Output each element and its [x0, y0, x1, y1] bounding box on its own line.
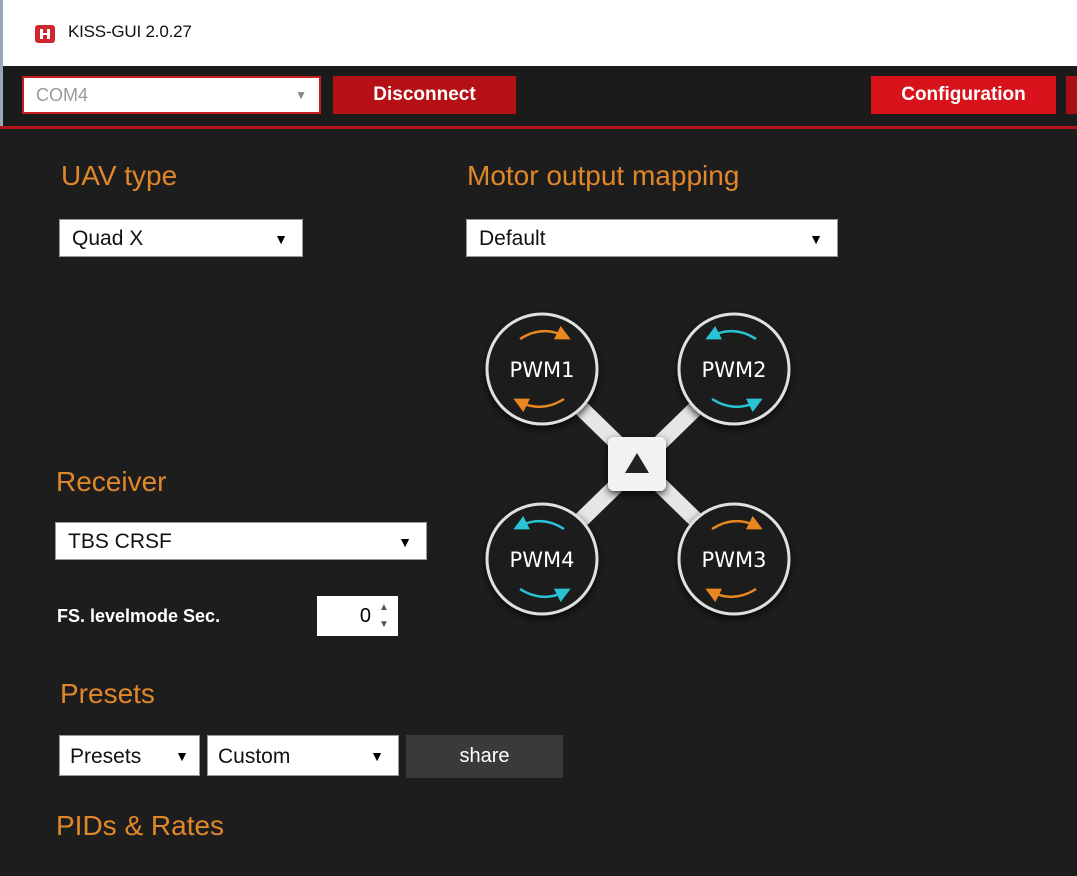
chevron-down-icon: ▼ [274, 231, 288, 247]
motor-label-pwm1: PWM1 [510, 358, 575, 382]
presets-value: Presets [70, 745, 142, 768]
port-value: COM4 [36, 85, 89, 105]
window-title: KISS-GUI 2.0.27 [68, 22, 192, 41]
motor-label-pwm4: PWM4 [510, 548, 575, 572]
app-icon [35, 25, 55, 43]
fs-levelmode-stepper[interactable]: 0 ▲ ▼ [317, 596, 398, 636]
motor-mapping-title: Motor output mapping [467, 160, 740, 191]
presets-select[interactable]: Presets ▼ [59, 735, 200, 776]
motor-mapping-value: Default [479, 227, 546, 250]
chevron-down-icon: ▼ [175, 748, 189, 764]
quad-x-diagram: PWM1 PWM2 PWM3 PWM4 [485, 312, 791, 616]
custom-preset-value: Custom [218, 745, 291, 768]
toolbar-divider [0, 126, 1077, 129]
uav-type-value: Quad X [72, 227, 144, 250]
next-tab-button[interactable] [1066, 76, 1077, 114]
chevron-down-icon: ▼ [370, 748, 384, 764]
motor-label-pwm3: PWM3 [702, 548, 767, 572]
port-select[interactable]: COM4 ▼ [22, 76, 321, 114]
motor-mapping-select[interactable]: Default ▼ [466, 219, 838, 257]
chevron-down-icon: ▼ [809, 231, 823, 247]
receiver-value: TBS CRSF [68, 530, 172, 553]
uav-type-title: UAV type [61, 160, 178, 191]
chevron-down-icon: ▼ [295, 88, 307, 102]
receiver-title: Receiver [56, 466, 167, 497]
fs-levelmode-value: 0 [359, 605, 371, 627]
uav-type-select[interactable]: Quad X ▼ [59, 219, 303, 257]
share-button[interactable]: share [406, 735, 563, 778]
decrement-arrow-icon[interactable]: ▼ [375, 617, 393, 632]
presets-title: Presets [60, 678, 155, 709]
disconnect-button[interactable]: Disconnect [333, 76, 516, 114]
configuration-button[interactable]: Configuration [871, 76, 1056, 114]
increment-arrow-icon[interactable]: ▲ [375, 600, 393, 615]
window-titlebar: KISS-GUI 2.0.27 [0, 0, 1077, 66]
pids-rates-title: PIDs & Rates [56, 810, 225, 841]
flight-controller-icon [608, 437, 666, 491]
custom-preset-select[interactable]: Custom ▼ [207, 735, 399, 776]
fs-levelmode-label: FS. levelmode Sec. [57, 606, 221, 626]
motor-label-pwm2: PWM2 [702, 358, 767, 382]
chevron-down-icon: ▼ [398, 534, 412, 550]
receiver-select[interactable]: TBS CRSF ▼ [55, 522, 427, 560]
